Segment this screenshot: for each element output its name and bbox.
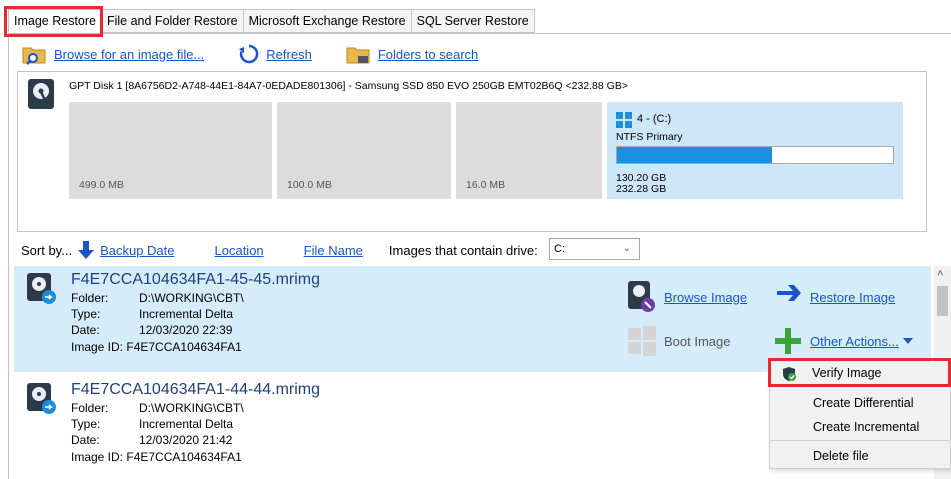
- sort-down-arrow-icon: [78, 241, 95, 259]
- drive-filter-label: Images that contain drive:: [388, 242, 538, 258]
- restore-image-link[interactable]: Restore Image: [810, 290, 895, 305]
- folders-icon: [346, 47, 370, 64]
- refresh-icon: [239, 44, 259, 64]
- type-value: Incremental Delta: [139, 417, 234, 431]
- partition-usage-bar: [616, 146, 894, 164]
- partition-name: 4 - (C:): [637, 113, 672, 125]
- menu-separator: [770, 440, 950, 441]
- boot-image-button: Boot Image: [624, 324, 731, 358]
- caret-down-icon: [902, 338, 913, 344]
- drive-filter-value: C:: [554, 243, 565, 255]
- browse-image-file-button[interactable]: Browse for an image file...: [22, 43, 204, 65]
- folder-label: Folder:: [71, 291, 109, 305]
- sort-location-link[interactable]: Location: [215, 243, 264, 258]
- scroll-up-icon[interactable]: ˄: [937, 268, 943, 280]
- date-label: Date:: [71, 323, 100, 337]
- partition-usage-fill: [617, 147, 772, 163]
- partition-c-selected[interactable]: 4 - (C:) NTFS Primary 130.20 GB 232.28 G…: [607, 102, 903, 199]
- tab-file-folder-restore[interactable]: File and Folder Restore: [101, 9, 244, 33]
- partition-2[interactable]: 100.0 MB: [277, 102, 451, 199]
- context-menu: Create Differential Create Incremental D…: [769, 385, 951, 469]
- type-label: Type:: [71, 307, 101, 321]
- date-value: 12/03/2020 22:39: [139, 323, 233, 337]
- menu-item-create-incremental[interactable]: Create Incremental: [813, 420, 919, 434]
- type-value: Incremental Delta: [139, 307, 234, 321]
- image-id-label: Image ID:: [71, 340, 124, 354]
- date-label: Date:: [71, 433, 100, 447]
- partition-type: NTFS Primary: [616, 131, 683, 143]
- disk-image-icon: [27, 273, 56, 304]
- image-filename: F4E7CCA104634FA1-44-44.mrimg: [71, 381, 321, 398]
- windows-boot-icon: [628, 326, 656, 356]
- highlight-box-tab: [4, 6, 103, 37]
- chevron-down-icon: ⌄: [622, 243, 631, 254]
- tab-sql-restore[interactable]: SQL Server Restore: [411, 9, 535, 33]
- folder-value: D:\WORKING\CBT\: [139, 401, 244, 415]
- image-id-value: F4E7CCA104634FA1: [126, 450, 242, 464]
- image-id-row: Image ID: F4E7CCA104634FA1: [71, 450, 242, 464]
- disk-title: GPT Disk 1 [8A6756D2-A748-44E1-84A7-0EDA…: [69, 80, 628, 92]
- image-id-value: F4E7CCA104634FA1: [126, 340, 242, 354]
- partition-size: 100.0 MB: [287, 179, 332, 191]
- disk-image-icon: [27, 383, 56, 414]
- image-id-label: Image ID:: [71, 450, 124, 464]
- disk-panel: GPT Disk 1 [8A6756D2-A748-44E1-84A7-0EDA…: [17, 71, 927, 232]
- refresh-button[interactable]: Refresh: [238, 43, 312, 65]
- sort-backup-date-link[interactable]: Backup Date: [100, 243, 174, 258]
- date-value: 12/03/2020 21:42: [139, 433, 233, 447]
- image-filename: F4E7CCA104634FA1-45-45.mrimg: [71, 271, 321, 288]
- browse-image-icon: [628, 281, 655, 312]
- folder-label: Folder:: [71, 401, 109, 415]
- list-item[interactable]: F4E7CCA104634FA1-45-45.mrimg Folder: D:\…: [14, 266, 931, 372]
- restore-image-button[interactable]: Restore Image: [770, 280, 895, 314]
- menu-item-create-differential[interactable]: Create Differential: [813, 396, 914, 410]
- plus-icon: [775, 328, 801, 354]
- scroll-thumb[interactable]: [937, 286, 948, 316]
- partition-1[interactable]: 499.0 MB: [69, 102, 272, 199]
- menu-item-delete-file[interactable]: Delete file: [813, 449, 869, 463]
- windows-logo-icon: [616, 112, 632, 128]
- type-label: Type:: [71, 417, 101, 431]
- folder-search-icon: [22, 47, 46, 65]
- image-id-row: Image ID: F4E7CCA104634FA1: [71, 340, 242, 354]
- partition-size: 16.0 MB: [466, 179, 506, 191]
- highlight-box-verify: [768, 358, 951, 387]
- refresh-link[interactable]: Refresh: [266, 47, 312, 62]
- browse-image-link[interactable]: Browse Image: [664, 290, 747, 305]
- hard-disk-icon: [28, 79, 54, 109]
- browse-image-file-link[interactable]: Browse for an image file...: [54, 47, 204, 62]
- partition-size: 499.0 MB: [79, 179, 124, 191]
- boot-image-label: Boot Image: [664, 333, 731, 349]
- toolbar: Browse for an image file... Refresh Fold…: [22, 42, 512, 66]
- folders-to-search-link[interactable]: Folders to search: [378, 47, 478, 62]
- sort-file-name-link[interactable]: File Name: [304, 243, 363, 258]
- folder-value: D:\WORKING\CBT\: [139, 291, 244, 305]
- folders-to-search-button[interactable]: Folders to search: [346, 43, 478, 65]
- sort-by-label: Sort by...: [21, 242, 73, 258]
- other-actions-button[interactable]: Other Actions...: [770, 324, 913, 358]
- sort-bar: Sort by... Backup Date Location File Nam…: [21, 238, 538, 262]
- tab-exchange-restore[interactable]: Microsoft Exchange Restore: [243, 9, 412, 33]
- other-actions-link[interactable]: Other Actions...: [810, 334, 899, 349]
- drive-filter-select[interactable]: C: ⌄: [549, 238, 640, 260]
- restore-arrows-icon: [777, 285, 801, 301]
- browse-image-button[interactable]: Browse Image: [624, 280, 747, 314]
- partition-3[interactable]: 16.0 MB: [456, 102, 602, 199]
- partition-total: 232.28 GB: [616, 183, 667, 195]
